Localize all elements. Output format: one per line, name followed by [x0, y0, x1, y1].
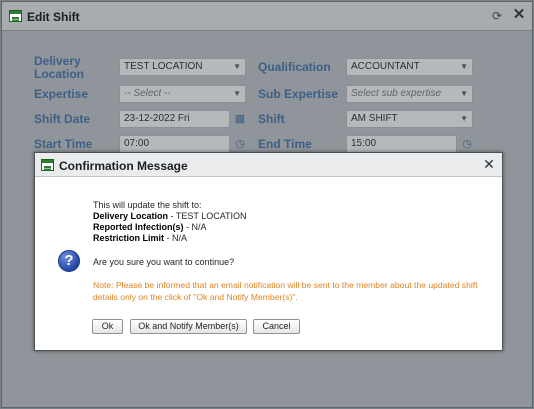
confirmation-title: Confirmation Message	[59, 159, 188, 173]
expertise-label: Expertise	[34, 87, 89, 101]
clock-icon[interactable]: ◷	[461, 138, 473, 150]
sub-expertise-label: Sub Expertise	[258, 87, 339, 101]
start-time-input[interactable]: 07:00	[119, 135, 230, 153]
end-time-input[interactable]: 15:00	[346, 135, 457, 153]
shift-select[interactable]: AM SHIFT ▼	[346, 110, 473, 128]
expertise-select[interactable]: -- Select -- ▼	[119, 85, 246, 103]
delivery-location-label: Delivery Location	[34, 55, 84, 81]
chevron-down-icon: ▼	[460, 89, 468, 98]
chevron-down-icon: ▼	[233, 62, 241, 71]
reported-infections-line: Reported Infection(s) - N/A	[93, 222, 207, 233]
delivery-location-line: Delivery Location - TEST LOCATION	[93, 211, 247, 222]
edit-shift-title: Edit Shift	[27, 10, 80, 24]
expertise-value: -- Select --	[124, 88, 171, 99]
dialog-app-icon	[41, 159, 54, 171]
delivery-location-label-line2: Location	[34, 67, 84, 81]
end-time-label: End Time	[258, 137, 312, 151]
shift-date-input[interactable]: 23-12-2022 Fri	[119, 110, 230, 128]
chevron-down-icon: ▼	[233, 89, 241, 98]
reported-infections-detail: - N/A	[183, 222, 207, 232]
shift-label: Shift	[258, 112, 285, 126]
close-icon[interactable]: ✕	[512, 7, 526, 22]
delivery-location-select[interactable]: TEST LOCATION ▼	[119, 58, 246, 76]
confirmation-dialog: Confirmation Message ✕ ? This will updat…	[34, 152, 503, 351]
cancel-button[interactable]: Cancel	[253, 319, 300, 334]
delivery-location-value: TEST LOCATION	[124, 61, 203, 72]
shift-date-label: Shift Date	[34, 112, 91, 126]
delivery-location-key: Delivery Location	[93, 211, 169, 221]
restriction-limit-key: Restriction Limit	[93, 233, 165, 243]
confirmation-title-bar: Confirmation Message ✕	[35, 153, 502, 177]
chevron-down-icon: ▼	[460, 62, 468, 71]
start-time-label: Start Time	[34, 137, 93, 151]
close-icon[interactable]: ✕	[482, 157, 496, 171]
clock-icon[interactable]: ◷	[234, 138, 246, 150]
ok-and-notify-button[interactable]: Ok and Notify Member(s)	[130, 319, 247, 334]
chevron-down-icon: ▼	[460, 114, 468, 123]
continue-question: Are you sure you want to continue?	[93, 257, 235, 267]
window-app-icon	[9, 10, 22, 22]
restriction-limit-line: Restriction Limit - N/A	[93, 233, 187, 244]
sub-expertise-select[interactable]: Select sub expertise ▼	[346, 85, 473, 103]
qualification-label: Qualification	[258, 60, 331, 74]
update-intro: This will update the shift to:	[93, 200, 202, 210]
shift-value: AM SHIFT	[351, 113, 398, 124]
edit-shift-title-bar: Edit Shift ⟳ ✕	[2, 2, 532, 31]
question-icon: ?	[58, 250, 80, 272]
delivery-location-detail: - TEST LOCATION	[168, 211, 247, 221]
restriction-limit-detail: - N/A	[164, 233, 188, 243]
qualification-value: ACCOUNTANT	[351, 61, 420, 72]
calendar-icon[interactable]: ▦	[234, 113, 246, 125]
email-notification-note: Note: Please be informed that an email n…	[93, 280, 478, 302]
refresh-icon[interactable]: ⟳	[491, 10, 503, 22]
qualification-select[interactable]: ACCOUNTANT ▼	[346, 58, 473, 76]
reported-infections-key: Reported Infection(s)	[93, 222, 184, 232]
sub-expertise-placeholder: Select sub expertise	[351, 88, 442, 99]
ok-button[interactable]: Ok	[92, 319, 123, 334]
